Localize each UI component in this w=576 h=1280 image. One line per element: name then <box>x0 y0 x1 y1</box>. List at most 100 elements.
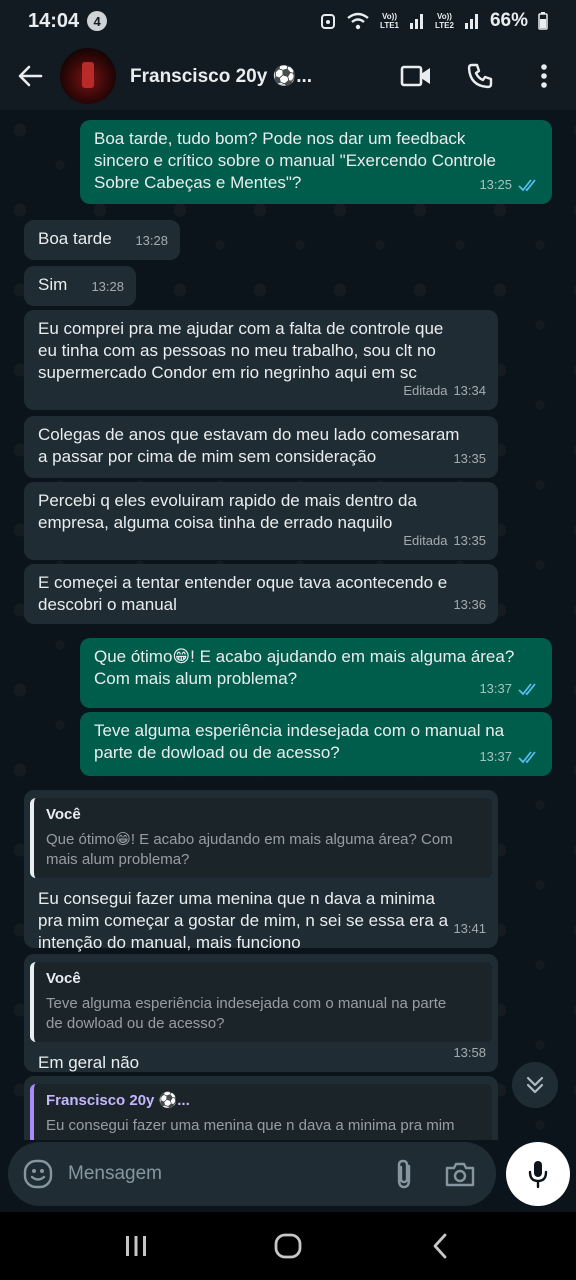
message-input-container[interactable]: Mensagem <box>8 1142 496 1206</box>
status-time: 14:04 <box>28 9 80 32</box>
quote-author: Você <box>46 806 81 823</box>
chat-area[interactable]: Boa tarde, tudo bom? Pode nos dar um fee… <box>0 110 576 1140</box>
back-button[interactable] <box>0 42 60 110</box>
home-button[interactable] <box>258 1216 318 1276</box>
message-meta: 13:58 <box>453 1042 486 1064</box>
quote-text: Que ótimo😁! E acabo ajudando em mais alg… <box>46 831 453 868</box>
message-meta: 13:28 <box>135 230 168 252</box>
quote-text: Eu consegui fazer uma menina que n dava … <box>46 1117 455 1134</box>
phone-icon <box>467 63 493 89</box>
message-text: Teve alguma esperiência indesejada com o… <box>94 721 505 762</box>
quoted-message[interactable]: Você Teve alguma esperiência indesejada … <box>30 962 492 1042</box>
emoji-button[interactable] <box>22 1158 54 1190</box>
incoming-message[interactable]: Boa tarde 13:28 <box>24 220 180 260</box>
camera-icon <box>445 1162 475 1187</box>
outgoing-message[interactable]: Boa tarde, tudo bom? Pode nos dar um fee… <box>80 120 552 204</box>
edited-label: Editada <box>403 383 448 398</box>
video-call-icon <box>400 65 430 87</box>
incoming-message[interactable]: Sim 13:28 <box>24 266 136 306</box>
message-text: Eu consegui fazer uma menina que n dava … <box>38 889 449 952</box>
message-time: 13:37 <box>479 681 512 696</box>
outgoing-message[interactable]: Que ótimo😁! E acabo ajudando em mais alg… <box>80 638 552 708</box>
notification-count-badge: 4 <box>87 11 108 31</box>
message-meta: 13:37 <box>479 746 540 768</box>
message-meta: 13:37 <box>479 678 540 700</box>
message-text: Em geral não <box>38 1053 140 1072</box>
message-time: 13:28 <box>135 233 168 248</box>
sim1-indicator: Vo)) LTE1 <box>380 12 399 30</box>
quote-author: Você <box>46 970 81 987</box>
status-bar: 14:04 4 Vo)) LTE1 Vo)) LTE2 66% <box>0 0 576 42</box>
header-actions <box>384 42 576 110</box>
message-meta: 13:41 <box>453 918 486 940</box>
outgoing-message[interactable]: Teve alguma esperiência indesejada com o… <box>80 712 552 776</box>
mic-icon <box>528 1161 548 1189</box>
double-check-icon <box>518 179 536 192</box>
chat-header: Franscisco 20y ⚽... <box>0 42 576 110</box>
message-text: Boa tarde, tudo bom? Pode nos dar um fee… <box>94 129 496 192</box>
back-arrow-icon <box>18 65 43 87</box>
video-call-button[interactable] <box>384 42 448 110</box>
incoming-reply-message[interactable]: Franscisco 20y ⚽... Eu consegui fazer um… <box>24 1076 498 1140</box>
alarm-icon <box>321 14 336 29</box>
message-text: Eu comprei pra me ajudar com a falta de … <box>38 319 444 382</box>
message-time: 13:35 <box>453 533 486 548</box>
home-icon <box>274 1233 302 1259</box>
more-vert-icon <box>541 64 547 88</box>
double-check-icon <box>518 751 536 764</box>
signal-icon <box>464 14 478 29</box>
battery-icon <box>538 12 548 30</box>
message-meta: 13:35 <box>453 448 486 470</box>
message-meta: 13:25 <box>479 174 540 196</box>
recents-button[interactable] <box>106 1216 166 1276</box>
voice-message-button[interactable] <box>506 1142 570 1206</box>
contact-name[interactable]: Franscisco 20y ⚽... <box>130 64 312 88</box>
message-time: 13:37 <box>479 749 512 764</box>
attach-button[interactable] <box>382 1152 426 1196</box>
message-text: Colegas de anos que estavam do meu lado … <box>38 425 460 466</box>
chevron-left-icon <box>433 1233 447 1259</box>
attach-icon <box>397 1159 411 1189</box>
quoted-message[interactable]: Você Que ótimo😁! E acabo ajudando em mai… <box>30 798 492 878</box>
incoming-reply-message[interactable]: Você Teve alguma esperiência indesejada … <box>24 954 498 1072</box>
battery-percent: 66% <box>489 10 528 31</box>
wifi-icon <box>347 12 369 30</box>
quote-text: Teve alguma esperiência indesejada com o… <box>46 995 447 1032</box>
scroll-to-bottom-button[interactable] <box>512 1062 558 1108</box>
quoted-message[interactable]: Franscisco 20y ⚽... Eu consegui fazer um… <box>30 1084 492 1140</box>
incoming-message[interactable]: Eu comprei pra me ajudar com a falta de … <box>24 310 498 410</box>
voice-call-button[interactable] <box>448 42 512 110</box>
more-options-button[interactable] <box>512 42 576 110</box>
message-text: Que ótimo😁! E acabo ajudando em mais alg… <box>94 647 515 688</box>
message-time: 13:28 <box>91 279 124 294</box>
back-nav-button[interactable] <box>410 1216 470 1276</box>
system-nav-bar <box>0 1212 576 1280</box>
message-input[interactable]: Mensagem <box>68 1163 370 1185</box>
sim2-indicator: Vo)) LTE2 <box>435 12 454 30</box>
message-time: 13:41 <box>453 921 486 936</box>
incoming-message[interactable]: Colegas de anos que estavam do meu lado … <box>24 416 498 478</box>
status-icons: Vo)) LTE1 Vo)) LTE2 66% <box>320 10 548 32</box>
message-text: E começei a tentar entender oque tava ac… <box>38 573 448 614</box>
emoji-icon <box>23 1159 53 1189</box>
message-meta: Editada 13:34 <box>403 380 486 402</box>
quote-author: Franscisco 20y ⚽... <box>46 1092 190 1109</box>
message-time: 13:25 <box>479 177 512 192</box>
recents-icon <box>126 1236 146 1256</box>
message-text: Percebi q eles evoluiram rapido de mais … <box>38 491 417 532</box>
message-meta: 13:36 <box>453 594 486 616</box>
composer-bar: Mensagem <box>0 1140 576 1212</box>
edited-label: Editada <box>403 533 448 548</box>
incoming-message[interactable]: Percebi q eles evoluiram rapido de mais … <box>24 482 498 560</box>
incoming-message[interactable]: E começei a tentar entender oque tava ac… <box>24 564 498 624</box>
avatar[interactable] <box>60 48 116 104</box>
double-chevron-down-icon <box>526 1076 544 1094</box>
double-check-icon <box>518 683 536 696</box>
signal-icon <box>410 14 423 29</box>
message-meta: Editada 13:35 <box>403 530 486 552</box>
camera-button[interactable] <box>438 1152 482 1196</box>
message-time: 13:34 <box>453 383 486 398</box>
message-time: 13:35 <box>453 451 486 466</box>
message-time: 13:58 <box>453 1045 486 1060</box>
incoming-reply-message[interactable]: Você Que ótimo😁! E acabo ajudando em mai… <box>24 790 498 952</box>
